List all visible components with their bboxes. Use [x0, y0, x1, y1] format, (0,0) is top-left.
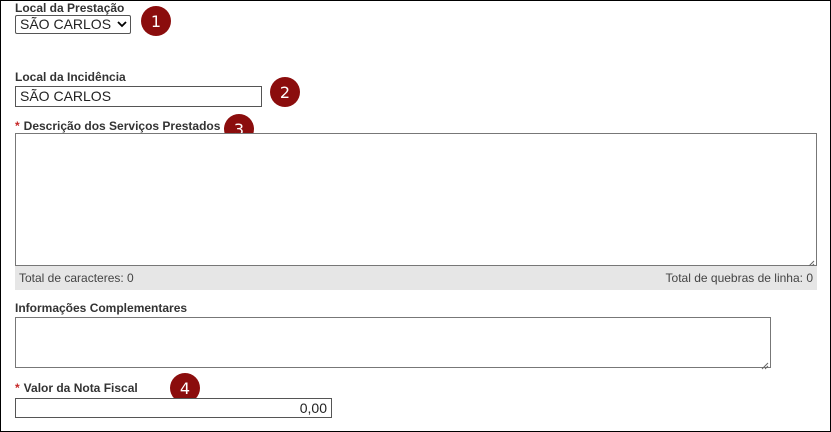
local-prestacao-label: Local da Prestação: [15, 1, 125, 15]
form-panel: Local da Prestação SÃO CARLOS 1 Local da…: [0, 0, 831, 432]
local-incidencia-input[interactable]: SÃO CARLOS: [15, 86, 262, 107]
total-caracteres: Total de caracteres: 0: [19, 271, 134, 285]
annotation-badge-2: 2: [270, 77, 300, 107]
annotation-badge-1: 1: [141, 6, 171, 36]
info-complementares-textarea[interactable]: [15, 317, 771, 370]
resize-handle-icon[interactable]: [760, 357, 769, 370]
info-complementares-label: Informações Complementares: [15, 301, 188, 315]
local-prestacao-select[interactable]: SÃO CARLOS: [15, 15, 131, 34]
valor-nota-label: * Valor da Nota Fiscal: [15, 381, 138, 395]
descricao-textarea[interactable]: [15, 133, 817, 268]
valor-nota-label-text: Valor da Nota Fiscal: [23, 381, 138, 395]
chevron-down-icon: [114, 21, 130, 28]
valor-nota-input[interactable]: 0,00: [15, 398, 332, 418]
local-incidencia-label: Local da Incidência: [15, 70, 126, 84]
descricao-label-text: Descrição dos Serviços Prestados: [23, 119, 221, 133]
required-marker: *: [15, 381, 20, 395]
local-prestacao-selected: SÃO CARLOS: [20, 16, 112, 32]
resize-handle-icon[interactable]: [806, 255, 815, 268]
required-marker: *: [15, 119, 20, 133]
total-quebras-linha: Total de quebras de linha: 0: [665, 271, 813, 285]
descricao-label: * Descrição dos Serviços Prestados: [15, 119, 220, 133]
descricao-counter-bar: Total de caracteres: 0 Total de quebras …: [15, 266, 817, 290]
